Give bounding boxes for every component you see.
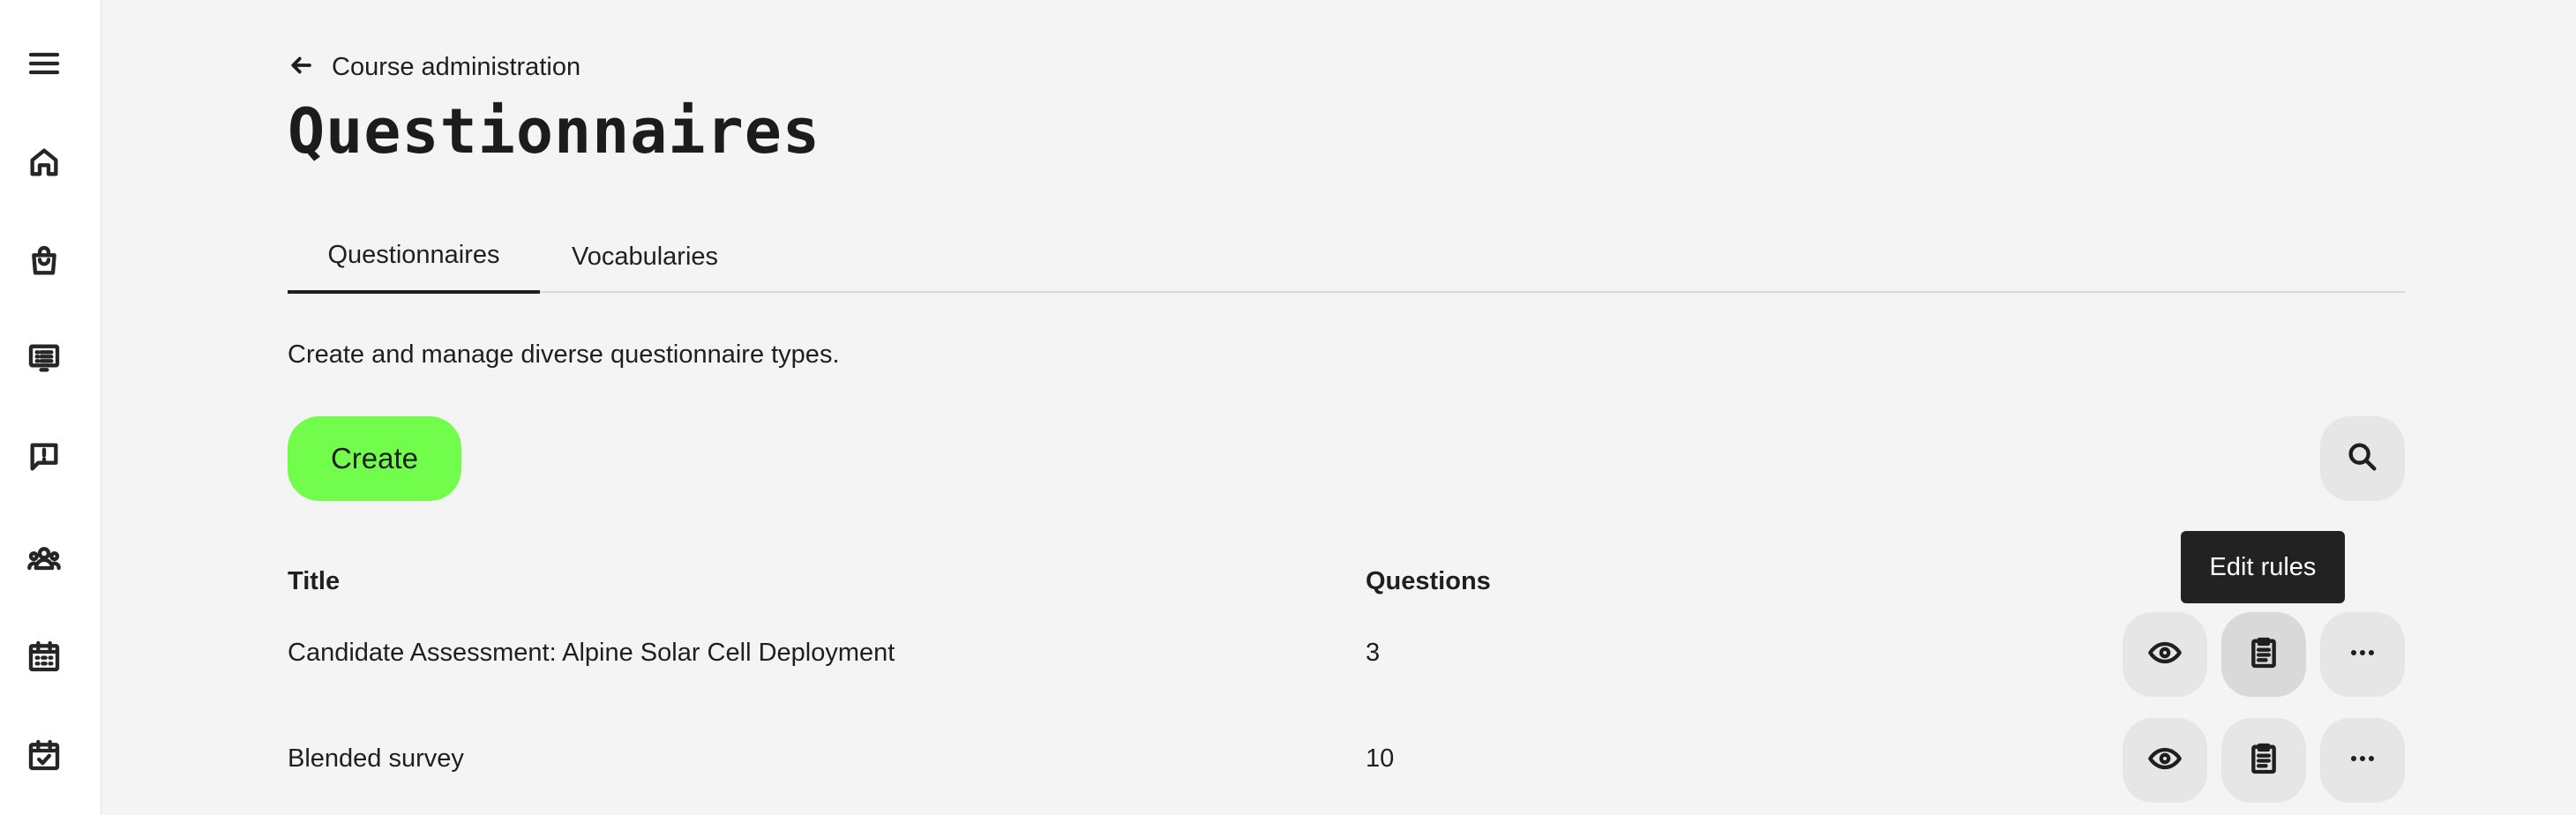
app: Course administration Questionnaires Que… (0, 0, 2576, 815)
home-icon[interactable] (23, 141, 65, 183)
more-icon (2345, 635, 2380, 675)
page-title: Questionnaires (288, 95, 821, 168)
menu-icon[interactable] (23, 42, 65, 85)
row-title: Blended survey (288, 744, 464, 773)
main-content: Course administration Questionnaires Que… (288, 0, 2405, 815)
row-title: Candidate Assessment: Alpine Solar Cell … (288, 638, 895, 667)
people-icon[interactable] (23, 538, 65, 580)
page-description: Create and manage diverse questionnaire … (288, 340, 840, 369)
clipboard-icon (2246, 635, 2281, 675)
eye-icon (2147, 635, 2183, 675)
search-icon (2345, 439, 2380, 479)
row-question-count: 3 (1366, 638, 1381, 667)
tooltip: Edit rules (2181, 531, 2345, 603)
view-button[interactable] (2123, 718, 2207, 803)
calendar-icon[interactable] (23, 635, 65, 677)
tab-questionnaires[interactable]: Questionnaires (288, 221, 540, 294)
row-question-count: 10 (1366, 744, 1395, 773)
more-icon (2345, 741, 2380, 781)
more-options-button[interactable] (2320, 612, 2405, 697)
table-row: Candidate Assessment: Alpine Solar Cell … (288, 609, 2405, 697)
course-list-icon[interactable] (23, 337, 65, 379)
search-button[interactable] (2320, 416, 2405, 501)
column-header-title: Title (288, 567, 341, 595)
edit-rules-button[interactable] (2221, 718, 2306, 803)
tab-bar: Questionnaires Vocabularies (288, 221, 2405, 294)
tab-vocabularies[interactable]: Vocabularies (561, 221, 729, 293)
sidebar (0, 0, 101, 815)
breadcrumb[interactable]: Course administration (288, 49, 580, 85)
clipboard-icon (2246, 741, 2281, 781)
more-options-button[interactable] (2320, 718, 2405, 803)
breadcrumb-label: Course administration (332, 52, 581, 81)
shopping-bag-icon[interactable] (23, 240, 65, 282)
table-row: Blended survey 10 (288, 714, 2405, 803)
view-button[interactable] (2123, 612, 2207, 697)
column-header-questions: Questions (1366, 567, 1491, 595)
feedback-icon[interactable] (23, 436, 65, 478)
create-button[interactable]: Create (288, 416, 461, 501)
edit-rules-button[interactable] (2221, 612, 2306, 697)
arrow-left-icon (288, 52, 314, 83)
eye-icon (2147, 741, 2183, 781)
calendar-check-icon[interactable] (23, 734, 65, 776)
